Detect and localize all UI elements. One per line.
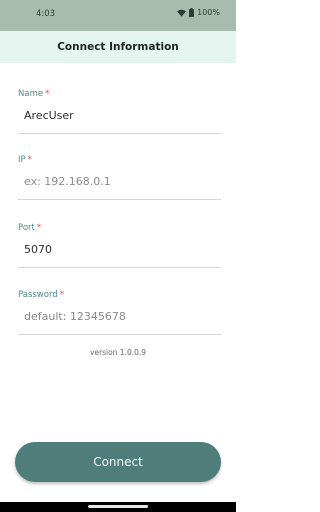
name-field: Name * <box>18 89 221 139</box>
required-marker: * <box>36 223 42 233</box>
connect-button[interactable]: Connect <box>15 442 221 482</box>
password-label-text: Password <box>18 290 58 300</box>
app-screen: 4:03 100% Connect Information Name * Are… <box>0 0 236 512</box>
port-field: Port * <box>18 223 221 273</box>
port-label: Port * <box>18 223 221 233</box>
required-marker: * <box>27 155 32 165</box>
home-gesture-handle[interactable] <box>88 505 148 508</box>
ip-label: IP * <box>18 155 221 165</box>
ip-underline <box>18 199 221 200</box>
required-marker: * <box>59 290 64 300</box>
password-underline <box>18 334 221 335</box>
port-label-text: Port <box>18 223 35 233</box>
password-field: Password * <box>18 290 221 340</box>
password-input[interactable] <box>24 310 214 323</box>
name-underline <box>18 133 221 134</box>
name-label: Name * <box>18 89 221 99</box>
battery-icon <box>189 8 195 17</box>
page-title: Connect Information <box>57 41 179 53</box>
port-underline <box>18 267 221 268</box>
name-label-text: Name <box>18 89 44 99</box>
version-text: version 1.0.0.9 <box>89 348 147 357</box>
status-time: 4:03 <box>36 9 56 19</box>
status-icons: 100% <box>177 8 220 17</box>
wifi-icon <box>177 9 187 17</box>
app-header: Connect Information <box>0 31 236 63</box>
name-input[interactable] <box>24 109 214 122</box>
battery-percentage: 100% <box>197 8 220 17</box>
required-marker: * <box>45 89 50 99</box>
port-input[interactable] <box>24 243 214 256</box>
status-bar: 4:03 100% <box>0 0 236 31</box>
ip-field: IP * <box>18 155 221 205</box>
ip-label-text: IP <box>18 155 26 165</box>
password-label: Password * <box>18 290 221 300</box>
ip-input[interactable] <box>24 175 214 188</box>
